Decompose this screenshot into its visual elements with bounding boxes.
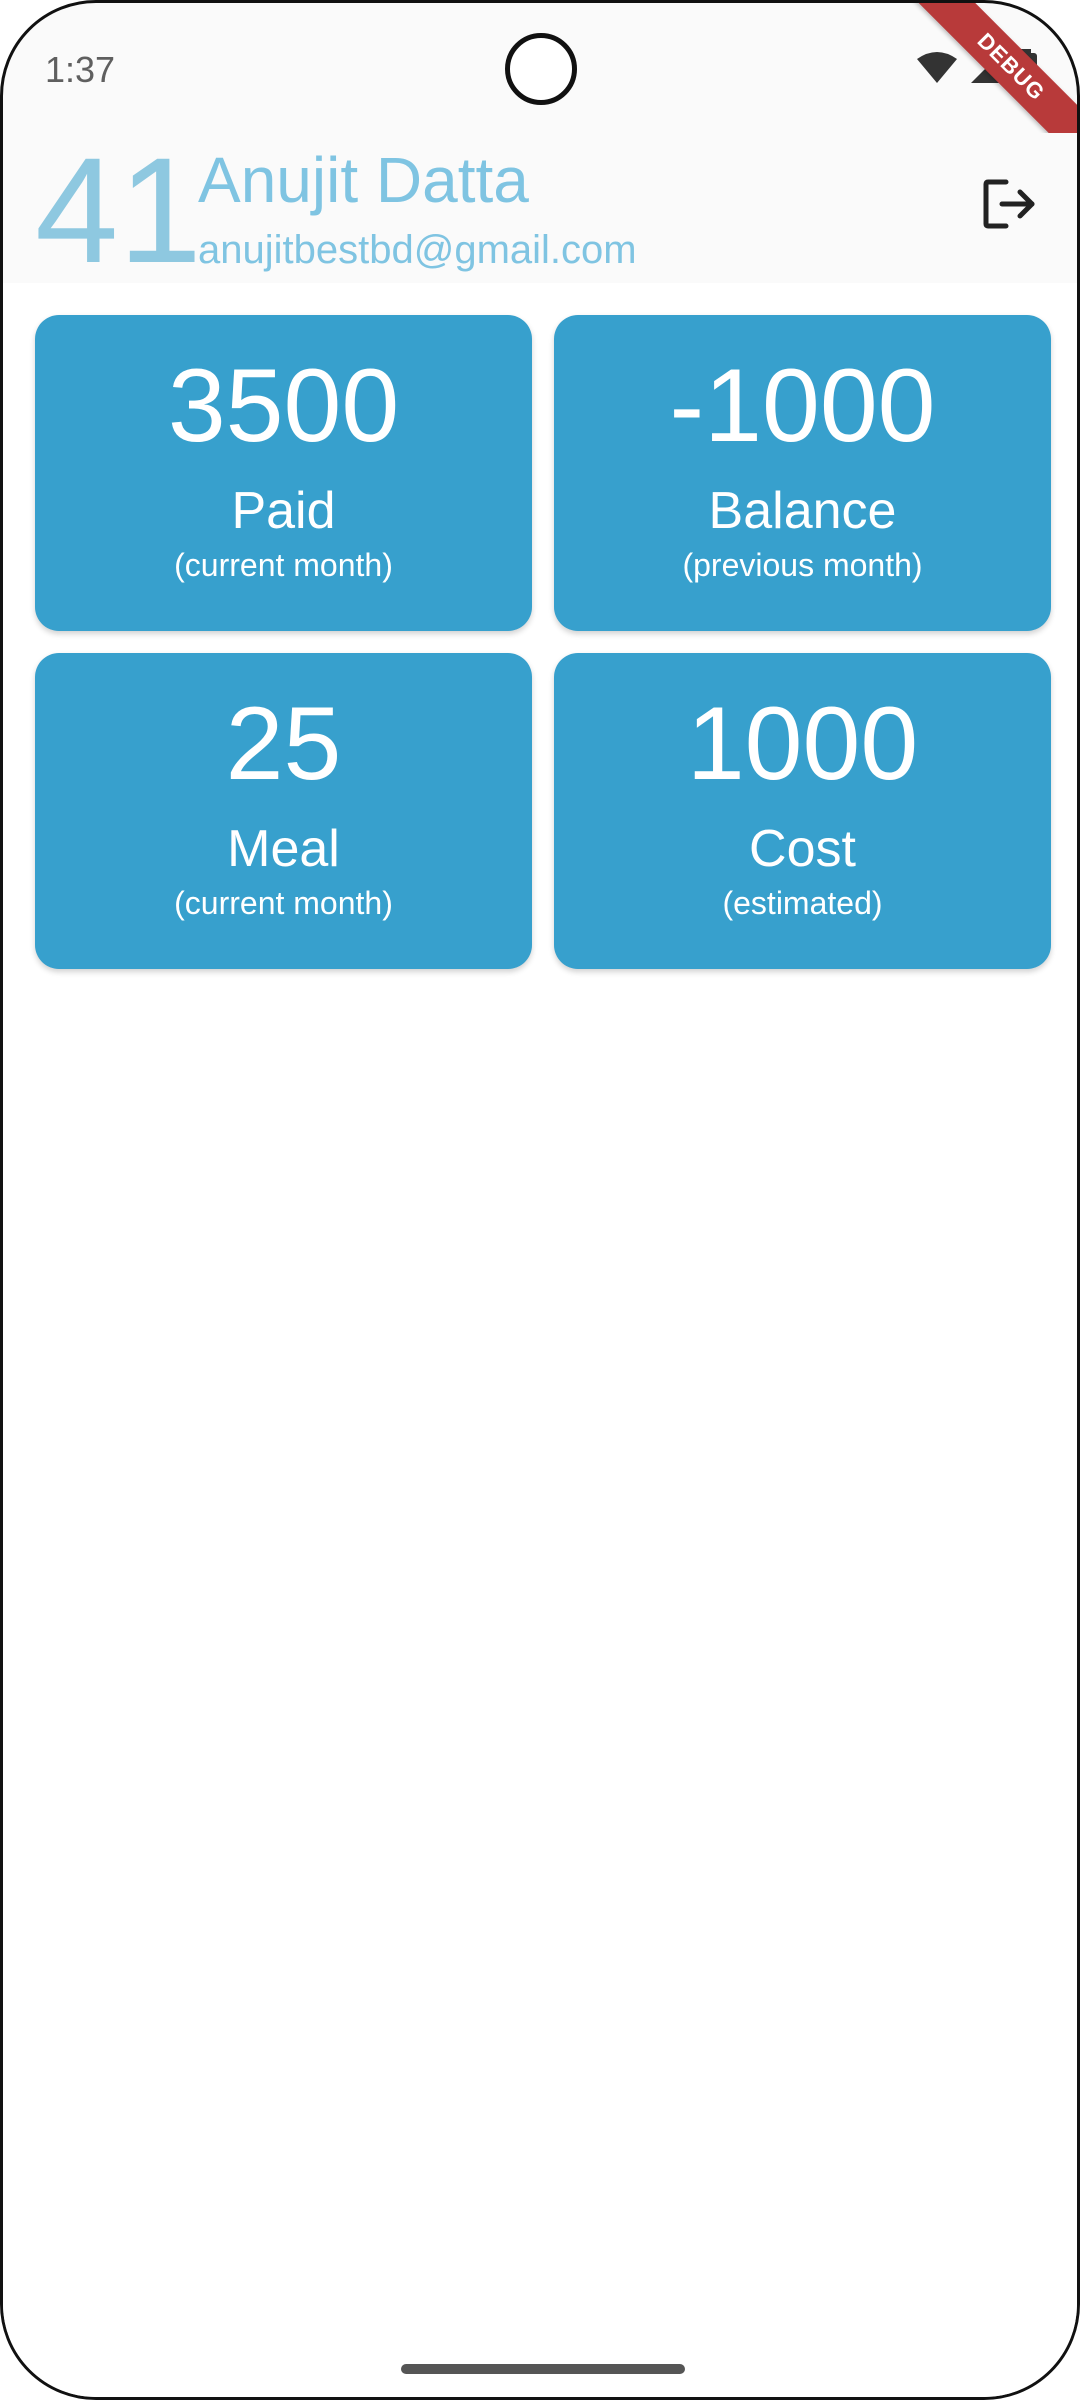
paid-card[interactable]: 3500 Paid (current month) xyxy=(35,315,532,631)
phone-frame: 1:37 DEBUG 41 Anujit Datta anujitbestbd@… xyxy=(0,0,1080,2400)
meal-card[interactable]: 25 Meal (current month) xyxy=(35,653,532,969)
main-content: 3500 Paid (current month) -1000 Balance … xyxy=(3,283,1077,2397)
summary-cards: 3500 Paid (current month) -1000 Balance … xyxy=(35,315,1051,969)
card-label: Balance xyxy=(708,482,897,540)
logout-button[interactable] xyxy=(975,171,1045,241)
balance-card[interactable]: -1000 Balance (previous month) xyxy=(554,315,1051,631)
card-subtitle: (current month) xyxy=(174,885,393,921)
card-label: Paid xyxy=(231,482,336,540)
card-label: Meal xyxy=(227,820,340,878)
card-label: Cost xyxy=(749,820,856,878)
user-name: Anujit Datta xyxy=(198,144,529,216)
card-value: 3500 xyxy=(167,348,400,464)
member-number: 41 xyxy=(35,126,202,294)
card-value: 1000 xyxy=(686,686,919,802)
card-subtitle: (current month) xyxy=(174,547,393,583)
home-indicator[interactable] xyxy=(401,2364,685,2374)
card-subtitle: (estimated) xyxy=(722,885,883,921)
cost-card[interactable]: 1000 Cost (estimated) xyxy=(554,653,1051,969)
wifi-icon xyxy=(917,51,957,90)
card-subtitle: (previous month) xyxy=(682,547,923,583)
app-header: 41 Anujit Datta anujitbestbd@gmail.com xyxy=(3,126,1077,294)
front-camera xyxy=(505,33,577,105)
card-value: 25 xyxy=(225,686,342,802)
card-value: -1000 xyxy=(669,348,936,464)
status-bar: 1:37 DEBUG xyxy=(3,3,1077,174)
user-email: anujitbestbd@gmail.com xyxy=(198,228,637,272)
status-time: 1:37 xyxy=(45,49,116,90)
logout-icon xyxy=(982,178,1038,235)
